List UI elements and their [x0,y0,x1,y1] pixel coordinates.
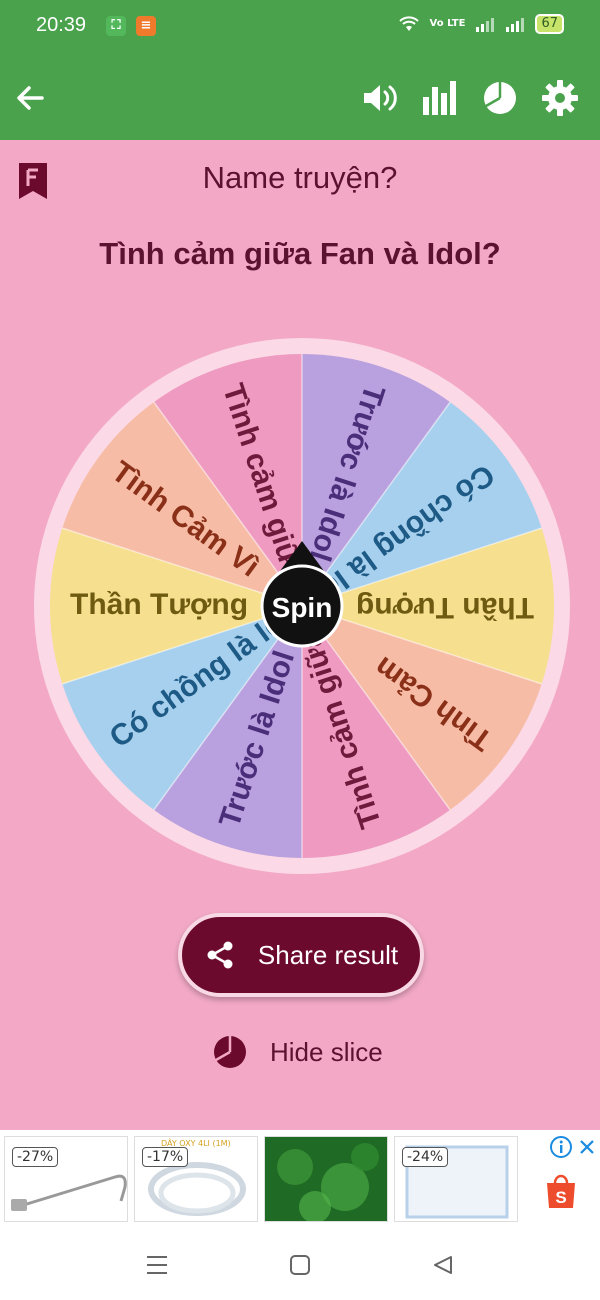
home-nav-button[interactable] [285,1250,315,1280]
system-nav-bar [0,1228,600,1300]
main-content: Name truyện? Tình cảm giữa Fan và Idol? … [0,140,600,1130]
share-result-button[interactable]: Share result [178,913,424,997]
shop-notification-icon: ≡ [136,16,156,36]
wifi-icon [398,16,419,31]
arrow-left-icon [17,86,44,110]
ad-product-hook[interactable]: -27% [4,1136,128,1222]
stats-button[interactable] [420,78,460,118]
battery-indicator: 67 [535,14,564,34]
signal-icon [476,18,495,32]
hide-slice-button[interactable]: Hide slice [212,1032,383,1072]
back-button[interactable] [10,78,50,118]
slices-button[interactable] [480,78,520,118]
product-image [265,1137,387,1221]
status-indicators: Vo LTE 67 [398,14,564,34]
gear-icon [542,80,578,116]
share-result-label: Share result [257,939,399,970]
bar-chart-icon [423,81,456,115]
back-nav-button[interactable] [428,1250,458,1280]
wheel-question: Tình cảm giữa Fan và Idol? [99,236,501,271]
network-label: Vo LTE [429,18,466,29]
sound-button[interactable] [360,78,400,118]
ad-product-pad[interactable]: -24% [394,1136,518,1222]
wheel-title: Name truyện? [202,160,398,195]
ad-banner[interactable]: -27% DÂY OXY 4LI (1M) -17% -24% S [0,1130,600,1228]
spin-wheel[interactable]: Trước là IdolCó chồng là IdolThần TượngT… [32,336,572,876]
status-bar: 20:39 ⛶ ≡ Vo LTE 67 [0,0,600,56]
back-triangle-icon [434,1256,452,1274]
hide-slice-label: Hide slice [270,1036,383,1067]
ad-close-icon[interactable] [578,1138,596,1156]
app-toolbar [0,56,600,140]
pie-icon [484,82,516,114]
wheel-slice-label: Thần Tượng [356,591,534,624]
ad-info-icon[interactable] [550,1136,572,1158]
spin-label: Spin [272,592,333,623]
ad-product-tube[interactable]: DÂY OXY 4LI (1M) -17% [134,1136,258,1222]
share-icon [207,941,233,969]
svg-text:S: S [555,1188,566,1207]
pie-icon [214,1036,246,1068]
ad-product-moss[interactable] [264,1136,388,1222]
signal-icon-2 [506,18,525,32]
app-notification-icon: ⛶ [106,16,126,36]
speaker-icon [364,85,397,111]
shopee-icon: S [547,1174,575,1208]
settings-button[interactable] [540,78,580,118]
home-square-icon [290,1255,310,1275]
status-time: 20:39 [36,14,87,36]
wheel-slice-label: Thần Tượng [70,588,248,621]
menu-icon [147,1256,167,1274]
discount-badge: -17% [142,1147,189,1167]
discount-badge: -24% [402,1147,449,1167]
product-image [11,1174,127,1211]
menu-nav-button[interactable] [142,1250,172,1280]
